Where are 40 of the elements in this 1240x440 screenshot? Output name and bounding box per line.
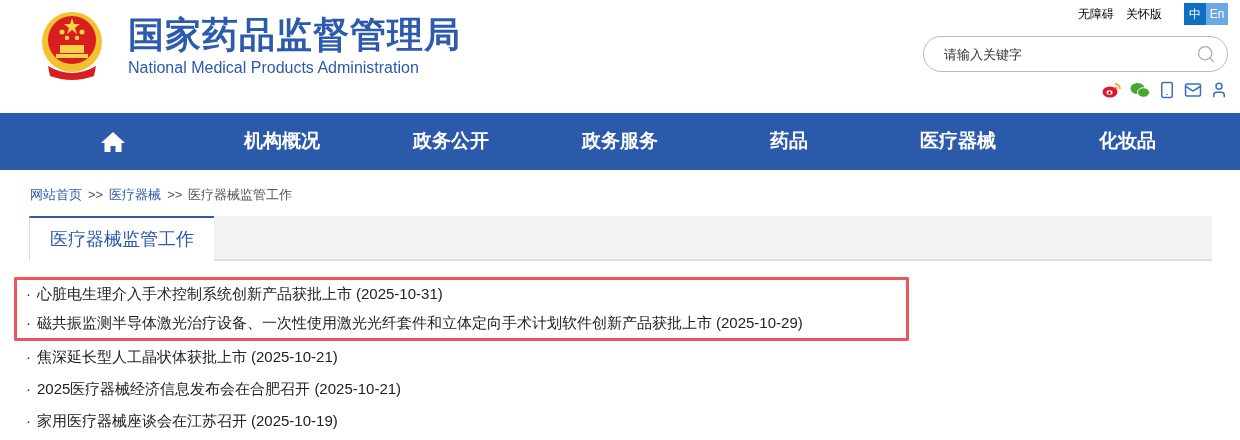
article-link[interactable]: 2025医疗器械经济信息发布会在合肥召开: [37, 377, 311, 401]
phone-icon[interactable]: [1158, 81, 1176, 99]
weibo-icon[interactable]: [1102, 82, 1122, 98]
breadcrumb-link[interactable]: 医疗器械: [109, 185, 162, 205]
section-tab[interactable]: 医疗器械监管工作: [29, 216, 214, 261]
article-date: (2025-10-21): [251, 346, 338, 367]
nav-item[interactable]: 医疗器械: [873, 113, 1043, 170]
bullet-mark: ·: [26, 284, 31, 305]
breadcrumb-label: >>: [167, 186, 183, 205]
home-icon: [99, 130, 126, 153]
site-subtitle: National Medical Products Administration: [128, 58, 420, 78]
site-title: 国家药品监督管理局: [128, 13, 461, 57]
top-link[interactable]: 关怀版: [1126, 5, 1162, 23]
nav-item[interactable]: 政务服务: [535, 113, 705, 170]
article-link[interactable]: 心脏电生理介入手术控制系统创新产品获批上市: [37, 283, 352, 306]
article-date: (2025-10-29): [716, 313, 803, 334]
article-link[interactable]: 焦深延长型人工晶状体获批上市: [37, 345, 247, 369]
user-icon[interactable]: [1210, 81, 1228, 99]
bullet-mark: ·: [26, 378, 31, 399]
article-date: (2025-10-31): [356, 284, 443, 305]
nav-item[interactable]: 药品: [704, 113, 874, 170]
article-link[interactable]: 磁共振监测半导体激光治疗设备、一次性使用激光光纤套件和立体定向手术计划软件创新产品获批上市: [37, 312, 712, 335]
search-field[interactable]: 请输入关键字: [923, 36, 1228, 72]
emblem-logo: [40, 10, 104, 82]
bullet-mark: ·: [26, 346, 31, 367]
breadcrumb-link[interactable]: 网站首页: [30, 185, 82, 205]
wechat-icon[interactable]: [1130, 82, 1150, 98]
article-date: (2025-10-21): [314, 378, 402, 399]
nav-item[interactable]: 机构概况: [197, 113, 367, 170]
nav-item[interactable]: 化妆品: [1042, 113, 1212, 170]
mail-icon[interactable]: [1184, 81, 1202, 99]
bullet-mark: ·: [26, 410, 31, 431]
article-link[interactable]: 家用医疗器械座谈会在江苏召开: [37, 409, 247, 433]
article-date: (2025-10-19): [251, 410, 338, 431]
nav-item[interactable]: 政务公开: [366, 113, 536, 170]
breadcrumb-label: >>: [88, 186, 104, 205]
bullet-mark: ·: [26, 313, 31, 334]
top-link[interactable]: 无障碍: [1078, 5, 1114, 23]
breadcrumb-label: 医疗器械监管工作: [188, 186, 293, 205]
language-tab[interactable]: 中: [1184, 3, 1206, 25]
